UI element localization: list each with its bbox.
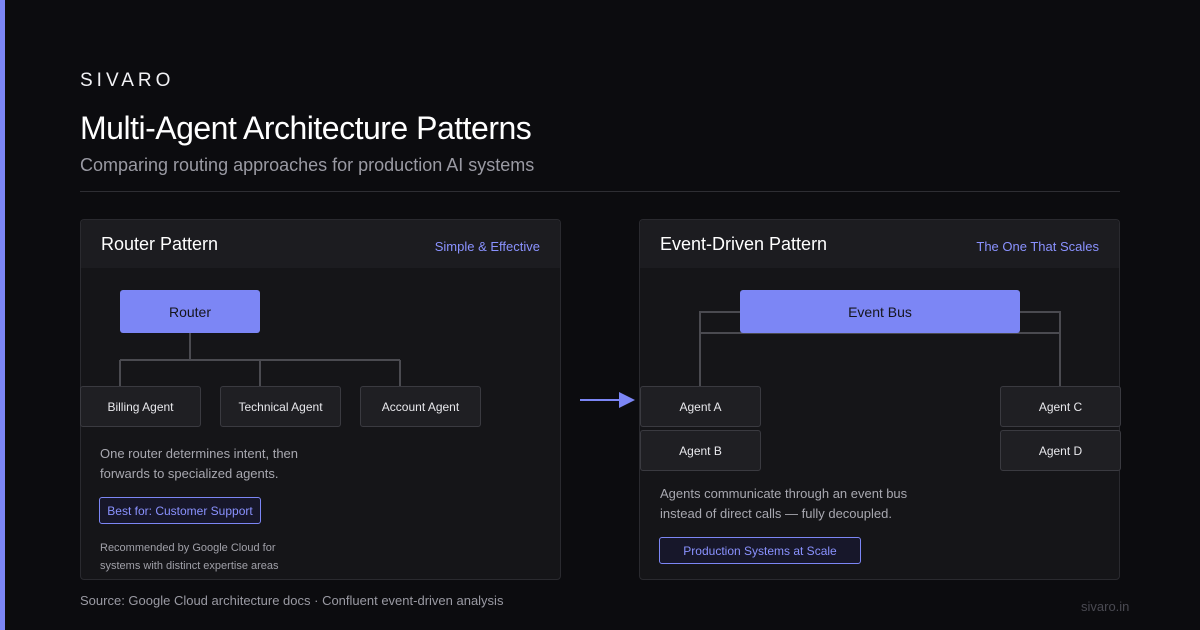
event-description-line-1: Agents communicate through an event bus [660,486,908,501]
site-url: sivaro.in [1081,599,1130,614]
agent-b-node: Agent B [640,430,761,471]
router-node: Router [120,290,260,333]
brand-logo: SIVARO [80,70,175,91]
account-agent-node: Account Agent [360,386,481,427]
event-bus-node: Event Bus [740,290,1020,333]
source-citation: Source: Google Cloud architecture docs ·… [80,593,504,608]
header-divider [80,191,1120,192]
event-panel-header: Event-Driven Pattern The One That Scales [640,220,1119,268]
router-description: One router determines intent, then forwa… [100,444,298,484]
router-panel-title: Router Pattern [101,234,219,254]
router-panel-header: Router Pattern Simple & Effective [81,220,560,268]
router-note-line-1: Recommended by Google Cloud for [100,542,276,554]
router-description-line-2: forwards to specialized agents. [100,466,279,481]
event-scale-badge: Production Systems at Scale [659,537,861,564]
page-title: Multi-Agent Architecture Patterns [80,110,532,146]
billing-agent-node: Billing Agent [80,386,201,427]
router-note-line-2: systems with distinct expertise areas [100,560,279,572]
agent-a-node: Agent A [640,386,761,427]
event-panel-title: Event-Driven Pattern [660,234,828,254]
router-description-line-1: One router determines intent, then [100,446,299,461]
event-panel-tag: The One That Scales [976,239,1099,254]
router-best-for-badge: Best for: Customer Support [99,497,261,524]
agent-d-node: Agent D [1000,430,1121,471]
event-description-line-2: instead of direct calls — fully decouple… [660,506,892,521]
router-recommendation-note: Recommended by Google Cloud for systems … [100,539,279,575]
router-panel-tag: Simple & Effective [434,239,540,254]
technical-agent-node: Technical Agent [220,386,341,427]
arrow-right-icon [580,392,635,408]
accent-bar [0,0,5,630]
agent-c-node: Agent C [1000,386,1121,427]
event-description: Agents communicate through an event bus … [660,484,907,524]
page-subtitle: Comparing routing approaches for product… [80,155,535,175]
